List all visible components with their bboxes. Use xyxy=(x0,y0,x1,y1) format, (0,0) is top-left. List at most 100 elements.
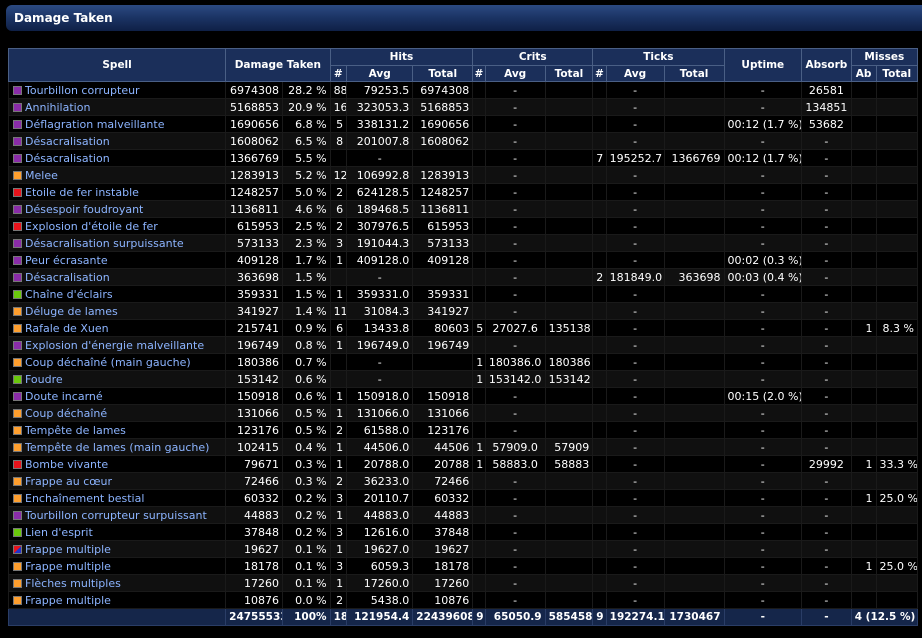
spell-name[interactable]: Enchaînement bestial xyxy=(25,492,144,505)
spell-name[interactable]: Explosion d'étoile de fer xyxy=(25,220,158,233)
spell-cell[interactable]: Chaîne d'éclairs xyxy=(7,285,227,303)
table-row[interactable]: Explosion d'étoile de fer 615953 2.5 % 2 307… xyxy=(7,217,918,235)
spell-cell[interactable]: Bombe vivante xyxy=(7,455,227,473)
spell-name[interactable]: Désacralisation xyxy=(25,152,110,165)
spell-cell[interactable]: Désacralisation xyxy=(7,132,227,150)
table-row[interactable]: Peur écrasante 409128 1.7 % 1 409128.0 409128… xyxy=(7,251,918,269)
spell-cell[interactable]: Désacralisation xyxy=(7,149,227,167)
col-header-ticks-total[interactable]: Total xyxy=(663,65,725,82)
spell-name[interactable]: Déflagration malveillante xyxy=(25,118,164,131)
col-header-ticks-avg[interactable]: Avg xyxy=(605,65,665,82)
spell-name[interactable]: Etoile de fer instable xyxy=(25,186,139,199)
col-header-absorb[interactable]: Absorb xyxy=(801,48,852,82)
spell-cell[interactable]: Flèches multiples xyxy=(7,574,227,592)
spell-name[interactable]: Frappe multiple xyxy=(25,543,111,556)
spell-name[interactable]: Doute incarné xyxy=(25,390,103,403)
spell-name[interactable]: Annihilation xyxy=(25,101,90,114)
spell-cell[interactable]: Tempête de lames (main gauche) xyxy=(7,438,227,456)
spell-cell[interactable]: Peur écrasante xyxy=(7,251,227,269)
spell-name[interactable]: Désacralisation xyxy=(25,135,110,148)
spell-cell[interactable]: Frappe au cœur xyxy=(7,472,227,490)
spell-cell[interactable]: Rafale de Xuen xyxy=(7,319,227,337)
table-row[interactable]: Désespoir foudroyant 1136811 4.6 % 6 189468.… xyxy=(7,200,918,218)
spell-cell[interactable]: Désacralisation surpuissante xyxy=(7,234,227,252)
spell-cell[interactable]: Déflagration malveillante xyxy=(7,115,227,133)
col-header-misses-total[interactable]: Total xyxy=(875,65,918,82)
spell-name[interactable]: Melee xyxy=(25,169,58,182)
spell-cell[interactable]: Tourbillon corrupteur xyxy=(7,81,227,99)
spell-cell[interactable]: Coup déchaîné xyxy=(7,404,227,422)
spell-cell[interactable]: Annihilation xyxy=(7,98,227,116)
col-header-crits[interactable]: Crits xyxy=(472,48,594,66)
spell-name[interactable]: Explosion d'énergie malveillante xyxy=(25,339,204,352)
spell-cell[interactable]: Déluge de lames xyxy=(7,302,227,320)
col-header-hits-count[interactable]: # xyxy=(329,65,348,82)
spell-cell[interactable]: Coup déchaîné (main gauche) xyxy=(7,353,227,371)
spell-cell[interactable]: Melee xyxy=(7,166,227,184)
table-row[interactable]: Désacralisation surpuissante 573133 2.3 % 3… xyxy=(7,234,918,252)
spell-name[interactable]: Désacralisation surpuissante xyxy=(25,237,184,250)
table-row[interactable]: Etoile de fer instable 1248257 5.0 % 2 62412… xyxy=(7,183,918,201)
spell-name[interactable]: Désacralisation xyxy=(25,271,110,284)
table-row[interactable]: Tourbillon corrupteur surpuissant 44883 0.… xyxy=(7,506,918,524)
spell-cell[interactable]: Désacralisation xyxy=(7,268,227,286)
spell-cell[interactable]: Explosion d'étoile de fer xyxy=(7,217,227,235)
table-row[interactable]: Déflagration malveillante 1690656 6.8 % 5 33… xyxy=(7,115,918,133)
spell-cell[interactable]: Explosion d'énergie malveillante xyxy=(7,336,227,354)
spell-cell[interactable]: Lien d'esprit xyxy=(7,523,227,541)
table-row[interactable]: Chaîne d'éclairs 359331 1.5 % 1 359331.0 3593… xyxy=(7,285,918,303)
spell-name[interactable]: Foudre xyxy=(25,373,63,386)
table-row[interactable]: Annihilation 5168853 20.9 % 16 323053.3 51688… xyxy=(7,98,918,116)
spell-cell[interactable]: Doute incarné xyxy=(7,387,227,405)
spell-name[interactable]: Tempête de lames (main gauche) xyxy=(25,441,209,454)
spell-cell[interactable]: Enchaînement bestial xyxy=(7,489,227,507)
table-row[interactable]: Enchaînement bestial 60332 0.2 % 3 20110.7 60… xyxy=(7,489,918,507)
col-header-hits[interactable]: Hits xyxy=(329,48,474,66)
table-row[interactable]: Bombe vivante 79671 0.3 % 1 20788.0 20788 1 588… xyxy=(7,455,918,473)
col-header-hits-avg[interactable]: Avg xyxy=(346,65,414,82)
spell-cell[interactable]: Etoile de fer instable xyxy=(7,183,227,201)
spell-name[interactable]: Lien d'esprit xyxy=(25,526,93,539)
table-row[interactable]: Tempête de lames 123176 0.5 % 2 61588.0 12317… xyxy=(7,421,918,439)
table-row[interactable]: Désacralisation 1366769 5.5 % - -7 195252.7 13… xyxy=(7,149,918,167)
spell-name[interactable]: Coup déchaîné (main gauche) xyxy=(25,356,191,369)
col-header-hits-total[interactable]: Total xyxy=(412,65,474,82)
spell-name[interactable]: Peur écrasante xyxy=(25,254,108,267)
spell-cell[interactable]: Foudre xyxy=(7,370,227,388)
table-row[interactable]: Frappe multiple 19627 0.1 % 1 19627.0 19627- -… xyxy=(7,540,918,558)
spell-cell[interactable]: Frappe multiple xyxy=(7,591,227,609)
table-row[interactable]: Frappe au cœur 72466 0.3 % 2 36233.0 72466- - -… xyxy=(7,472,918,490)
col-header-misses[interactable]: Misses xyxy=(850,48,919,66)
spell-name[interactable]: Tourbillon corrupteur surpuissant xyxy=(25,509,207,522)
spell-name[interactable]: Coup déchaîné xyxy=(25,407,107,420)
spell-name[interactable]: Chaîne d'éclairs xyxy=(25,288,113,301)
table-row[interactable]: Frappe multiple 18178 0.1 % 3 6059.3 18178- - -… xyxy=(7,557,918,575)
col-header-damage-taken[interactable]: Damage Taken xyxy=(225,48,331,82)
table-row[interactable]: Coup déchaîné (main gauche) 180386 0.7 % -1… xyxy=(7,353,918,371)
table-row[interactable]: Explosion d'énergie malveillante 196749 0.… xyxy=(7,336,918,354)
col-header-crits-count[interactable]: # xyxy=(472,65,486,82)
col-header-crits-avg[interactable]: Avg xyxy=(484,65,546,82)
spell-name[interactable]: Tempête de lames xyxy=(25,424,126,437)
spell-cell[interactable]: Frappe multiple xyxy=(7,557,227,575)
table-row[interactable]: Tempête de lames (main gauche) 102415 0.4 … xyxy=(7,438,918,456)
col-header-spell[interactable]: Spell xyxy=(7,48,227,82)
table-row[interactable]: Doute incarné 150918 0.6 % 1 150918.0 150918-… xyxy=(7,387,918,405)
spell-name[interactable]: Rafale de Xuen xyxy=(25,322,109,335)
col-header-ticks-count[interactable]: # xyxy=(592,65,607,82)
col-header-crits-total[interactable]: Total xyxy=(544,65,594,82)
table-row[interactable]: Déluge de lames 341927 1.4 % 11 31084.3 34192… xyxy=(7,302,918,320)
col-header-misses-ab[interactable]: Ab xyxy=(850,65,877,82)
table-row[interactable]: Lien d'esprit 37848 0.2 % 3 12616.0 37848- - - - xyxy=(7,523,918,541)
spell-name[interactable]: Frappe multiple xyxy=(25,594,111,607)
col-header-uptime[interactable]: Uptime xyxy=(723,48,803,82)
spell-cell[interactable]: Frappe multiple xyxy=(7,540,227,558)
spell-cell[interactable]: Tourbillon corrupteur surpuissant xyxy=(7,506,227,524)
spell-name[interactable]: Désespoir foudroyant xyxy=(25,203,143,216)
spell-cell[interactable]: Tempête de lames xyxy=(7,421,227,439)
spell-name[interactable]: Flèches multiples xyxy=(25,577,121,590)
table-row[interactable]: Frappe multiple 10876 0.0 % 2 5438.0 10876- - -… xyxy=(7,591,918,609)
table-row[interactable]: Foudre 153142 0.6 % -1 153142.0 153142- - - xyxy=(7,370,918,388)
table-row[interactable]: Flèches multiples 17260 0.1 % 1 17260.0 17260… xyxy=(7,574,918,592)
spell-name[interactable]: Frappe multiple xyxy=(25,560,111,573)
